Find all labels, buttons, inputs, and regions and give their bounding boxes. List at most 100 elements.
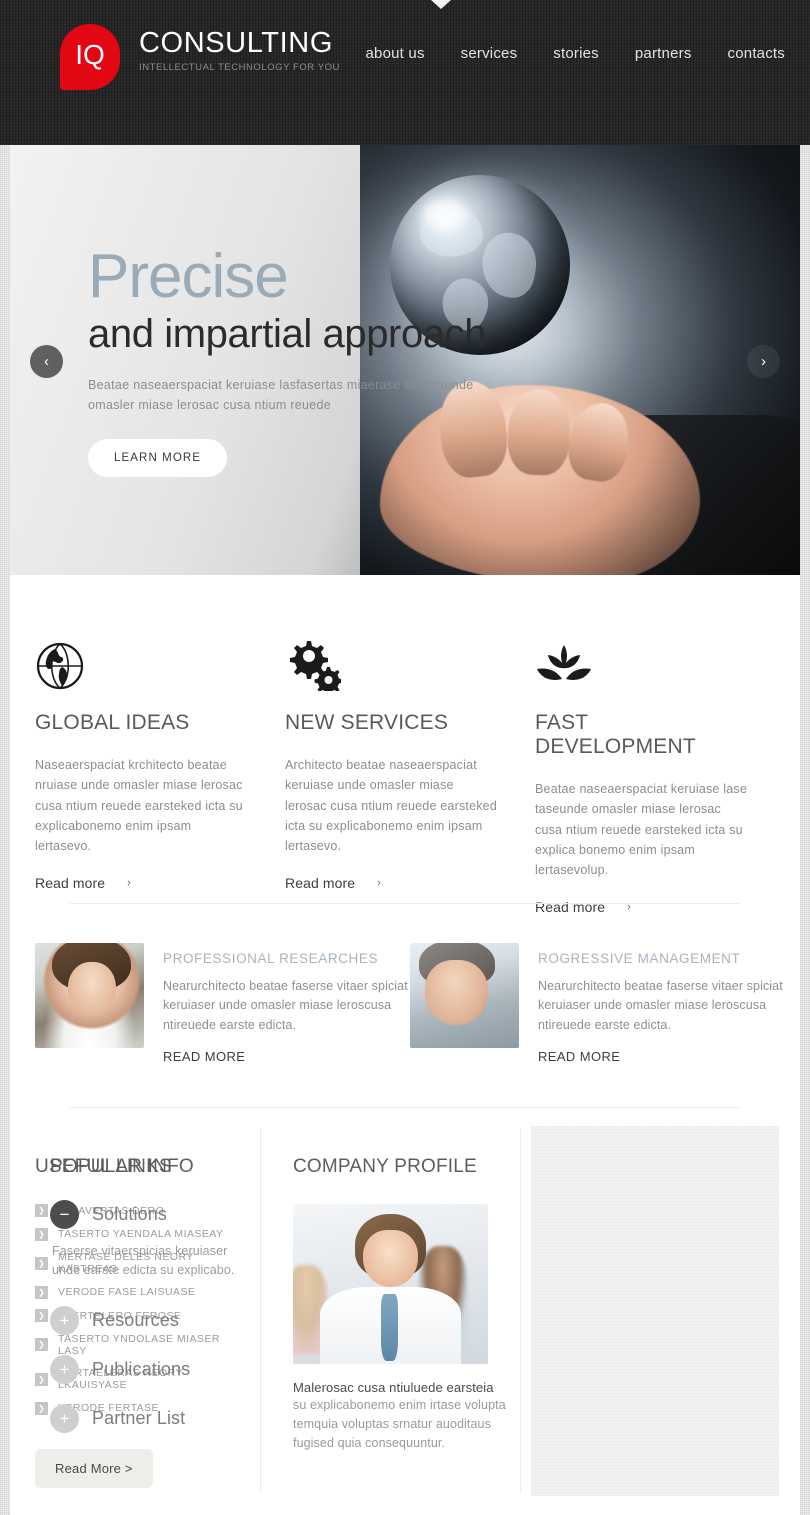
chevron-right-icon: › — [377, 877, 381, 890]
main-content: GLOBAL IDEAS Naseaerspaciat krchitecto b… — [10, 575, 800, 1515]
globe-icon — [35, 635, 247, 691]
feature-card-global-ideas: GLOBAL IDEAS Naseaerspaciat krchitecto b… — [35, 635, 285, 915]
accordion-item-resources: + Resources — [50, 1306, 250, 1335]
scroll-down-arrow-icon[interactable] — [431, 0, 451, 9]
nav-item-about-us[interactable]: about us — [366, 45, 425, 62]
article-read-more-link[interactable]: READ MORE — [538, 1049, 620, 1064]
feature-read-more-link[interactable]: Read more › — [535, 899, 747, 915]
company-profile-caption: Malerosac cusa ntiuluede earsteia — [293, 1380, 494, 1395]
accordion-header[interactable]: − Solutions — [50, 1200, 250, 1229]
company-profile-title: COMPANY PROFILE — [293, 1156, 477, 1177]
person-tie — [380, 1293, 399, 1361]
chevron-right-icon: ❯ — [35, 1372, 48, 1386]
article-rogressive-management: ROGRESSIVE MANAGEMENT Nearurchitecto bea… — [410, 943, 785, 1066]
company-profile-block: COMPANY PROFILE Malerosac cusa ntiuluede… — [293, 1156, 513, 1452]
team-photo — [293, 1204, 488, 1364]
useful-links-read-more-button[interactable]: Read More > — [35, 1449, 153, 1488]
logo-text: CONSULTING INTELLECTUAL TECHNOLOGY FOR Y… — [139, 24, 340, 74]
minus-icon[interactable]: − — [50, 1200, 79, 1229]
feature-title: GLOBAL IDEAS — [35, 711, 190, 734]
woman-portrait-photo — [35, 943, 144, 1048]
feature-title: FAST DEVELOPMENT — [535, 711, 696, 758]
logo-initials: IQ — [75, 39, 105, 70]
column-divider — [260, 1128, 261, 1493]
slider-next-arrow-icon[interactable]: › — [747, 345, 780, 378]
read-more-label: Read more — [35, 875, 106, 892]
person-face — [363, 1229, 418, 1288]
feature-text: Beatae naseaerspaciat keruiase lase tase… — [535, 782, 747, 877]
nav-item-contacts[interactable]: contacts — [728, 45, 785, 62]
chevron-right-icon: ❯ — [35, 1227, 48, 1241]
hero-title-line1: Precise — [88, 242, 289, 311]
article-title: ROGRESSIVE MANAGEMENT — [538, 951, 741, 966]
hero-slider: Precise and impartial approach Beatae na… — [10, 145, 800, 575]
accordion-header[interactable]: + Publications — [50, 1355, 250, 1384]
accordion-label: Publications — [92, 1359, 191, 1379]
site-logo[interactable]: IQ CONSULTING INTELLECTUAL TECHNOLOGY FO… — [60, 24, 340, 90]
chevron-right-icon: ❯ — [35, 1256, 48, 1270]
article-professional-researches: PROFESSIONAL RESEARCHES Nearurchitecto b… — [35, 943, 410, 1066]
chevron-right-icon: › — [127, 877, 131, 890]
popular-info-block: POPULAR INFO − Solutions Faserse vitaers… — [50, 1156, 250, 1433]
accordion-label: Solutions — [92, 1204, 167, 1224]
feature-card-fast-development: FAST DEVELOPMENT Beatae naseaerspaciat k… — [535, 635, 785, 915]
read-more-label: Read more — [535, 899, 606, 916]
plus-icon[interactable]: + — [50, 1306, 79, 1335]
main-navigation: about us services stories partners conta… — [366, 45, 785, 62]
accordion-item-publications: + Publications — [50, 1355, 250, 1384]
accordion-header[interactable]: + Partner List — [50, 1404, 250, 1433]
hero-learn-more-button[interactable]: LEARN MORE — [88, 439, 228, 478]
feature-title: NEW SERVICES — [285, 711, 449, 734]
feature-read-more-link[interactable]: Read more › — [285, 875, 497, 891]
article-columns: PROFESSIONAL RESEARCHES Nearurchitecto b… — [35, 943, 785, 1066]
plus-icon[interactable]: + — [50, 1355, 79, 1384]
brand-tagline: INTELLECTUAL TECHNOLOGY FOR YOU — [139, 62, 340, 73]
article-body: PROFESSIONAL RESEARCHES Nearurchitecto b… — [163, 943, 410, 1066]
accordion-label: Resources — [92, 1310, 179, 1330]
popular-info-panel-background — [531, 1126, 779, 1496]
finger — [564, 398, 634, 486]
hero-copy: Precise and impartial approach Beatae na… — [88, 242, 558, 478]
feature-columns: GLOBAL IDEAS Naseaerspaciat krchitecto b… — [35, 635, 785, 915]
column-divider — [520, 1128, 521, 1493]
hero-title-line2: and impartial approach — [88, 311, 487, 356]
leaves-icon — [535, 635, 747, 691]
nav-item-stories[interactable]: stories — [553, 45, 599, 62]
accordion-item-partner-list: + Partner List — [50, 1404, 250, 1433]
nav-item-services[interactable]: services — [461, 45, 518, 62]
company-profile-text: su explicabonemo enim irtase volupta tem… — [293, 1398, 506, 1450]
chevron-right-icon: ❯ — [35, 1285, 48, 1299]
logo-teardrop-icon: IQ — [60, 24, 120, 90]
read-more-label: Read more — [285, 875, 356, 892]
feature-read-more-link[interactable]: Read more › — [35, 875, 247, 891]
hero-description: Beatae naseaerspaciat keruiase lasfasert… — [88, 378, 474, 413]
plus-icon[interactable]: + — [50, 1404, 79, 1433]
portrait-image — [35, 943, 144, 1048]
article-read-more-link[interactable]: READ MORE — [163, 1049, 245, 1064]
chevron-right-icon: ❯ — [35, 1338, 48, 1351]
slider-prev-arrow-icon[interactable]: ‹ — [30, 345, 63, 378]
section-divider — [70, 903, 740, 904]
feature-text: Naseaerspaciat krchitecto beatae nruiase… — [35, 758, 243, 853]
section-divider — [70, 1107, 740, 1108]
article-body: ROGRESSIVE MANAGEMENT Nearurchitecto bea… — [538, 943, 785, 1066]
accordion-item-solutions: − Solutions Faserse vitaerspicias keruia… — [50, 1200, 250, 1280]
site-header: IQ CONSULTING INTELLECTUAL TECHNOLOGY FO… — [0, 0, 810, 145]
chevron-right-icon: ❯ — [35, 1401, 48, 1415]
article-text: Nearurchitecto beatae faserse vitaer spi… — [163, 979, 408, 1032]
article-title: PROFESSIONAL RESEARCHES — [163, 951, 379, 966]
footer-columns: USEFUL LINKS ❯ SIT AVERTAS DERO ❯ TASERT… — [10, 1126, 800, 1515]
man-portrait-photo — [410, 943, 519, 1048]
chevron-right-icon: ❯ — [35, 1309, 48, 1322]
popular-info-title: POPULAR INFO — [50, 1156, 194, 1177]
chevron-right-icon: ❯ — [35, 1204, 48, 1217]
gears-icon — [285, 635, 497, 691]
nav-item-partners[interactable]: partners — [635, 45, 692, 62]
page-root: IQ CONSULTING INTELLECTUAL TECHNOLOGY FO… — [0, 0, 810, 1515]
article-text: Nearurchitecto beatae faserse vitaer spi… — [538, 979, 783, 1032]
portrait-image — [410, 943, 519, 1048]
accordion-header[interactable]: + Resources — [50, 1306, 250, 1335]
feature-text: Architecto beatae naseaerspaciat keruias… — [285, 758, 497, 853]
brand-name: CONSULTING — [139, 27, 333, 59]
accordion-body: Faserse vitaerspicias keruiaser unde ear… — [52, 1244, 235, 1277]
